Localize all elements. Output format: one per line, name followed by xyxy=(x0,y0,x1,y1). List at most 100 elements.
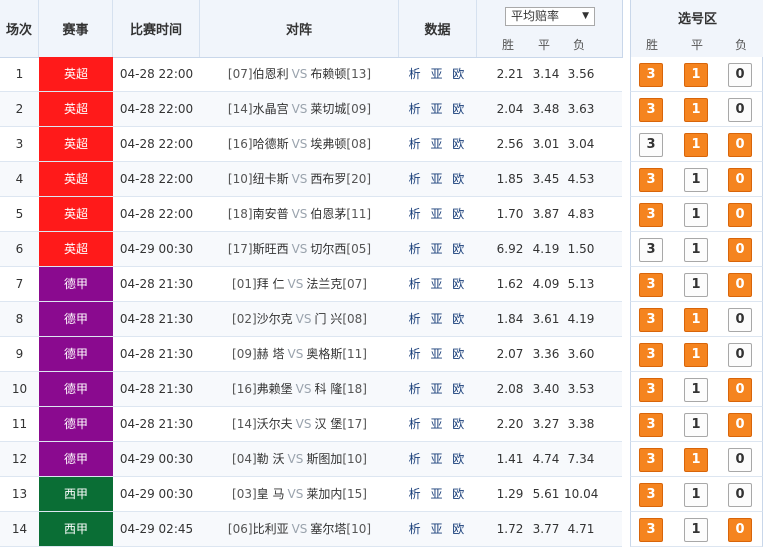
pick-draw-button[interactable]: 1 xyxy=(684,273,708,297)
home-team[interactable]: 南安普 xyxy=(253,207,289,221)
away-team[interactable]: 莱加内 xyxy=(306,487,342,501)
data-links[interactable]: 析 亚 欧 xyxy=(399,407,477,441)
pick-draw-button[interactable]: 1 xyxy=(684,518,708,542)
data-links[interactable]: 析 亚 欧 xyxy=(399,127,477,161)
home-team[interactable]: 皇 马 xyxy=(257,487,285,501)
pick-loss-button[interactable]: 0 xyxy=(728,378,752,402)
league-badge[interactable]: 德甲 xyxy=(39,407,113,441)
pick-win-button[interactable]: 3 xyxy=(639,483,663,507)
data-links[interactable]: 析 亚 欧 xyxy=(399,477,477,511)
pick-loss-button[interactable]: 0 xyxy=(728,483,752,507)
pick-loss-button[interactable]: 0 xyxy=(728,273,752,297)
pick-loss-button[interactable]: 0 xyxy=(728,63,752,87)
pick-win-button[interactable]: 3 xyxy=(639,63,663,87)
pick-draw-button[interactable]: 1 xyxy=(684,343,708,367)
data-links[interactable]: 析 亚 欧 xyxy=(399,337,477,371)
home-team[interactable]: 伯恩利 xyxy=(253,67,289,81)
match-teams[interactable]: [16]弗赖堡 VS 科 隆[18] xyxy=(200,372,399,406)
match-teams[interactable]: [09]赫 塔 VS 奥格斯[11] xyxy=(200,337,399,371)
pick-win-button[interactable]: 3 xyxy=(639,133,663,157)
match-teams[interactable]: [10]纽卡斯 VS 西布罗[20] xyxy=(200,162,399,196)
league-badge[interactable]: 德甲 xyxy=(39,372,113,406)
pick-draw-button[interactable]: 1 xyxy=(684,63,708,87)
pick-loss-button[interactable]: 0 xyxy=(728,308,752,332)
league-badge[interactable]: 英超 xyxy=(39,197,113,231)
pick-win-button[interactable]: 3 xyxy=(639,238,663,262)
home-team[interactable]: 比利亚 xyxy=(253,522,289,536)
data-links[interactable]: 析 亚 欧 xyxy=(399,372,477,406)
home-team[interactable]: 勒 沃 xyxy=(257,452,285,466)
pick-loss-button[interactable]: 0 xyxy=(728,518,752,542)
league-badge[interactable]: 英超 xyxy=(39,162,113,196)
away-team[interactable]: 布赖顿 xyxy=(310,67,346,81)
away-team[interactable]: 斯图加 xyxy=(306,452,342,466)
league-badge[interactable]: 西甲 xyxy=(39,512,113,546)
pick-win-button[interactable]: 3 xyxy=(639,273,663,297)
away-team[interactable]: 门 兴 xyxy=(315,312,343,326)
away-team[interactable]: 科 隆 xyxy=(315,382,343,396)
pick-win-button[interactable]: 3 xyxy=(639,378,663,402)
pick-loss-button[interactable]: 0 xyxy=(728,168,752,192)
pick-loss-button[interactable]: 0 xyxy=(728,448,752,472)
pick-draw-button[interactable]: 1 xyxy=(684,413,708,437)
league-badge[interactable]: 西甲 xyxy=(39,477,113,511)
home-team[interactable]: 沃尔夫 xyxy=(257,417,293,431)
pick-win-button[interactable]: 3 xyxy=(639,518,663,542)
pick-draw-button[interactable]: 1 xyxy=(684,168,708,192)
pick-win-button[interactable]: 3 xyxy=(639,168,663,192)
pick-win-button[interactable]: 3 xyxy=(639,413,663,437)
data-links[interactable]: 析 亚 欧 xyxy=(399,267,477,301)
league-badge[interactable]: 德甲 xyxy=(39,337,113,371)
pick-draw-button[interactable]: 1 xyxy=(684,308,708,332)
match-teams[interactable]: [02]沙尔克 VS 门 兴[08] xyxy=(200,302,399,336)
pick-loss-button[interactable]: 0 xyxy=(728,413,752,437)
pick-win-button[interactable]: 3 xyxy=(639,343,663,367)
match-teams[interactable]: [17]斯旺西 VS 切尔西[05] xyxy=(200,232,399,266)
match-teams[interactable]: [04]勒 沃 VS 斯图加[10] xyxy=(200,442,399,476)
pick-draw-button[interactable]: 1 xyxy=(684,98,708,122)
pick-draw-button[interactable]: 1 xyxy=(684,378,708,402)
pick-loss-button[interactable]: 0 xyxy=(728,98,752,122)
pick-draw-button[interactable]: 1 xyxy=(684,203,708,227)
match-teams[interactable]: [14]水晶宫 VS 莱切城[09] xyxy=(200,92,399,126)
data-links[interactable]: 析 亚 欧 xyxy=(399,197,477,231)
away-team[interactable]: 汉 堡 xyxy=(315,417,343,431)
home-team[interactable]: 斯旺西 xyxy=(253,242,289,256)
data-links[interactable]: 析 亚 欧 xyxy=(399,57,477,91)
home-team[interactable]: 赫 塔 xyxy=(257,347,285,361)
home-team[interactable]: 拜 仁 xyxy=(257,277,285,291)
away-team[interactable]: 莱切城 xyxy=(310,102,346,116)
match-teams[interactable]: [01]拜 仁 VS 法兰克[07] xyxy=(200,267,399,301)
home-team[interactable]: 弗赖堡 xyxy=(257,382,293,396)
league-badge[interactable]: 英超 xyxy=(39,127,113,161)
league-badge[interactable]: 德甲 xyxy=(39,442,113,476)
pick-draw-button[interactable]: 1 xyxy=(684,448,708,472)
home-team[interactable]: 沙尔克 xyxy=(257,312,293,326)
pick-win-button[interactable]: 3 xyxy=(639,203,663,227)
data-links[interactable]: 析 亚 欧 xyxy=(399,162,477,196)
data-links[interactable]: 析 亚 欧 xyxy=(399,232,477,266)
pick-loss-button[interactable]: 0 xyxy=(728,238,752,262)
home-team[interactable]: 哈德斯 xyxy=(253,137,289,151)
pick-loss-button[interactable]: 0 xyxy=(728,203,752,227)
match-teams[interactable]: [14]沃尔夫 VS 汉 堡[17] xyxy=(200,407,399,441)
match-teams[interactable]: [16]哈德斯 VS 埃弗顿[08] xyxy=(200,127,399,161)
away-team[interactable]: 切尔西 xyxy=(310,242,346,256)
pick-draw-button[interactable]: 1 xyxy=(684,483,708,507)
pick-draw-button[interactable]: 1 xyxy=(684,133,708,157)
data-links[interactable]: 析 亚 欧 xyxy=(399,442,477,476)
away-team[interactable]: 西布罗 xyxy=(310,172,346,186)
match-teams[interactable]: [03]皇 马 VS 莱加内[15] xyxy=(200,477,399,511)
odds-type-select[interactable]: 平均赔率 ▼ xyxy=(505,7,595,26)
match-teams[interactable]: [06]比利亚 VS 塞尔塔[10] xyxy=(200,512,399,546)
match-teams[interactable]: [18]南安普 VS 伯恩茅[11] xyxy=(200,197,399,231)
away-team[interactable]: 法兰克 xyxy=(306,277,342,291)
pick-loss-button[interactable]: 0 xyxy=(728,133,752,157)
match-teams[interactable]: [07]伯恩利 VS 布赖顿[13] xyxy=(200,57,399,91)
data-links[interactable]: 析 亚 欧 xyxy=(399,92,477,126)
league-badge[interactable]: 德甲 xyxy=(39,302,113,336)
away-team[interactable]: 塞尔塔 xyxy=(310,522,346,536)
pick-win-button[interactable]: 3 xyxy=(639,98,663,122)
pick-draw-button[interactable]: 1 xyxy=(684,238,708,262)
league-badge[interactable]: 英超 xyxy=(39,57,113,91)
